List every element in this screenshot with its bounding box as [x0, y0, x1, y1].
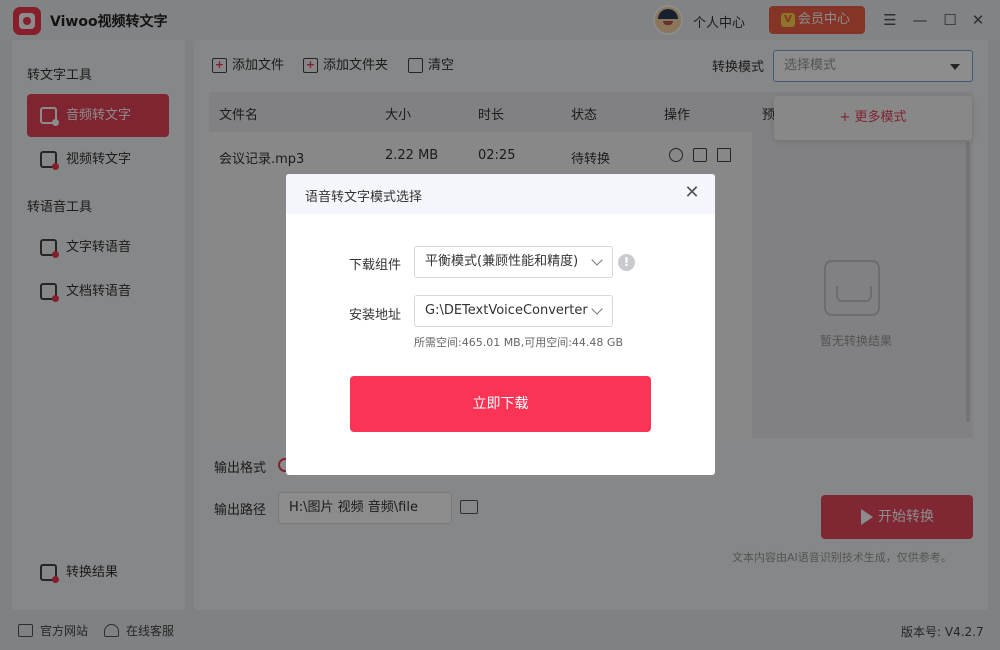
space-info: 所需空间:465.01 MB,可用空间:44.48 GB — [414, 336, 623, 349]
component-value: 平衡模式(兼顾性能和精度) — [425, 254, 579, 269]
download-now-button[interactable]: 立即下载 — [350, 376, 651, 432]
dialog-title: 语音转文字模式选择 — [305, 190, 423, 205]
close-icon[interactable]: ✕ — [682, 183, 702, 203]
component-select[interactable]: 平衡模式(兼顾性能和精度) — [414, 246, 613, 278]
chevron-down-icon — [591, 254, 603, 266]
chevron-down-icon — [591, 303, 603, 315]
dialog-header: 语音转文字模式选择 ✕ — [286, 174, 715, 214]
install-path-label: 安装地址 — [349, 308, 402, 323]
info-icon[interactable]: ! — [618, 254, 635, 271]
mode-select-dialog: 语音转文字模式选择 ✕ 下载组件 平衡模式(兼顾性能和精度) ! 安装地址 G:… — [286, 174, 715, 475]
component-label: 下载组件 — [349, 258, 402, 273]
install-path-select[interactable]: G:\DETextVoiceConverter — [414, 295, 613, 327]
install-path-value: G:\DETextVoiceConverter — [425, 303, 588, 318]
